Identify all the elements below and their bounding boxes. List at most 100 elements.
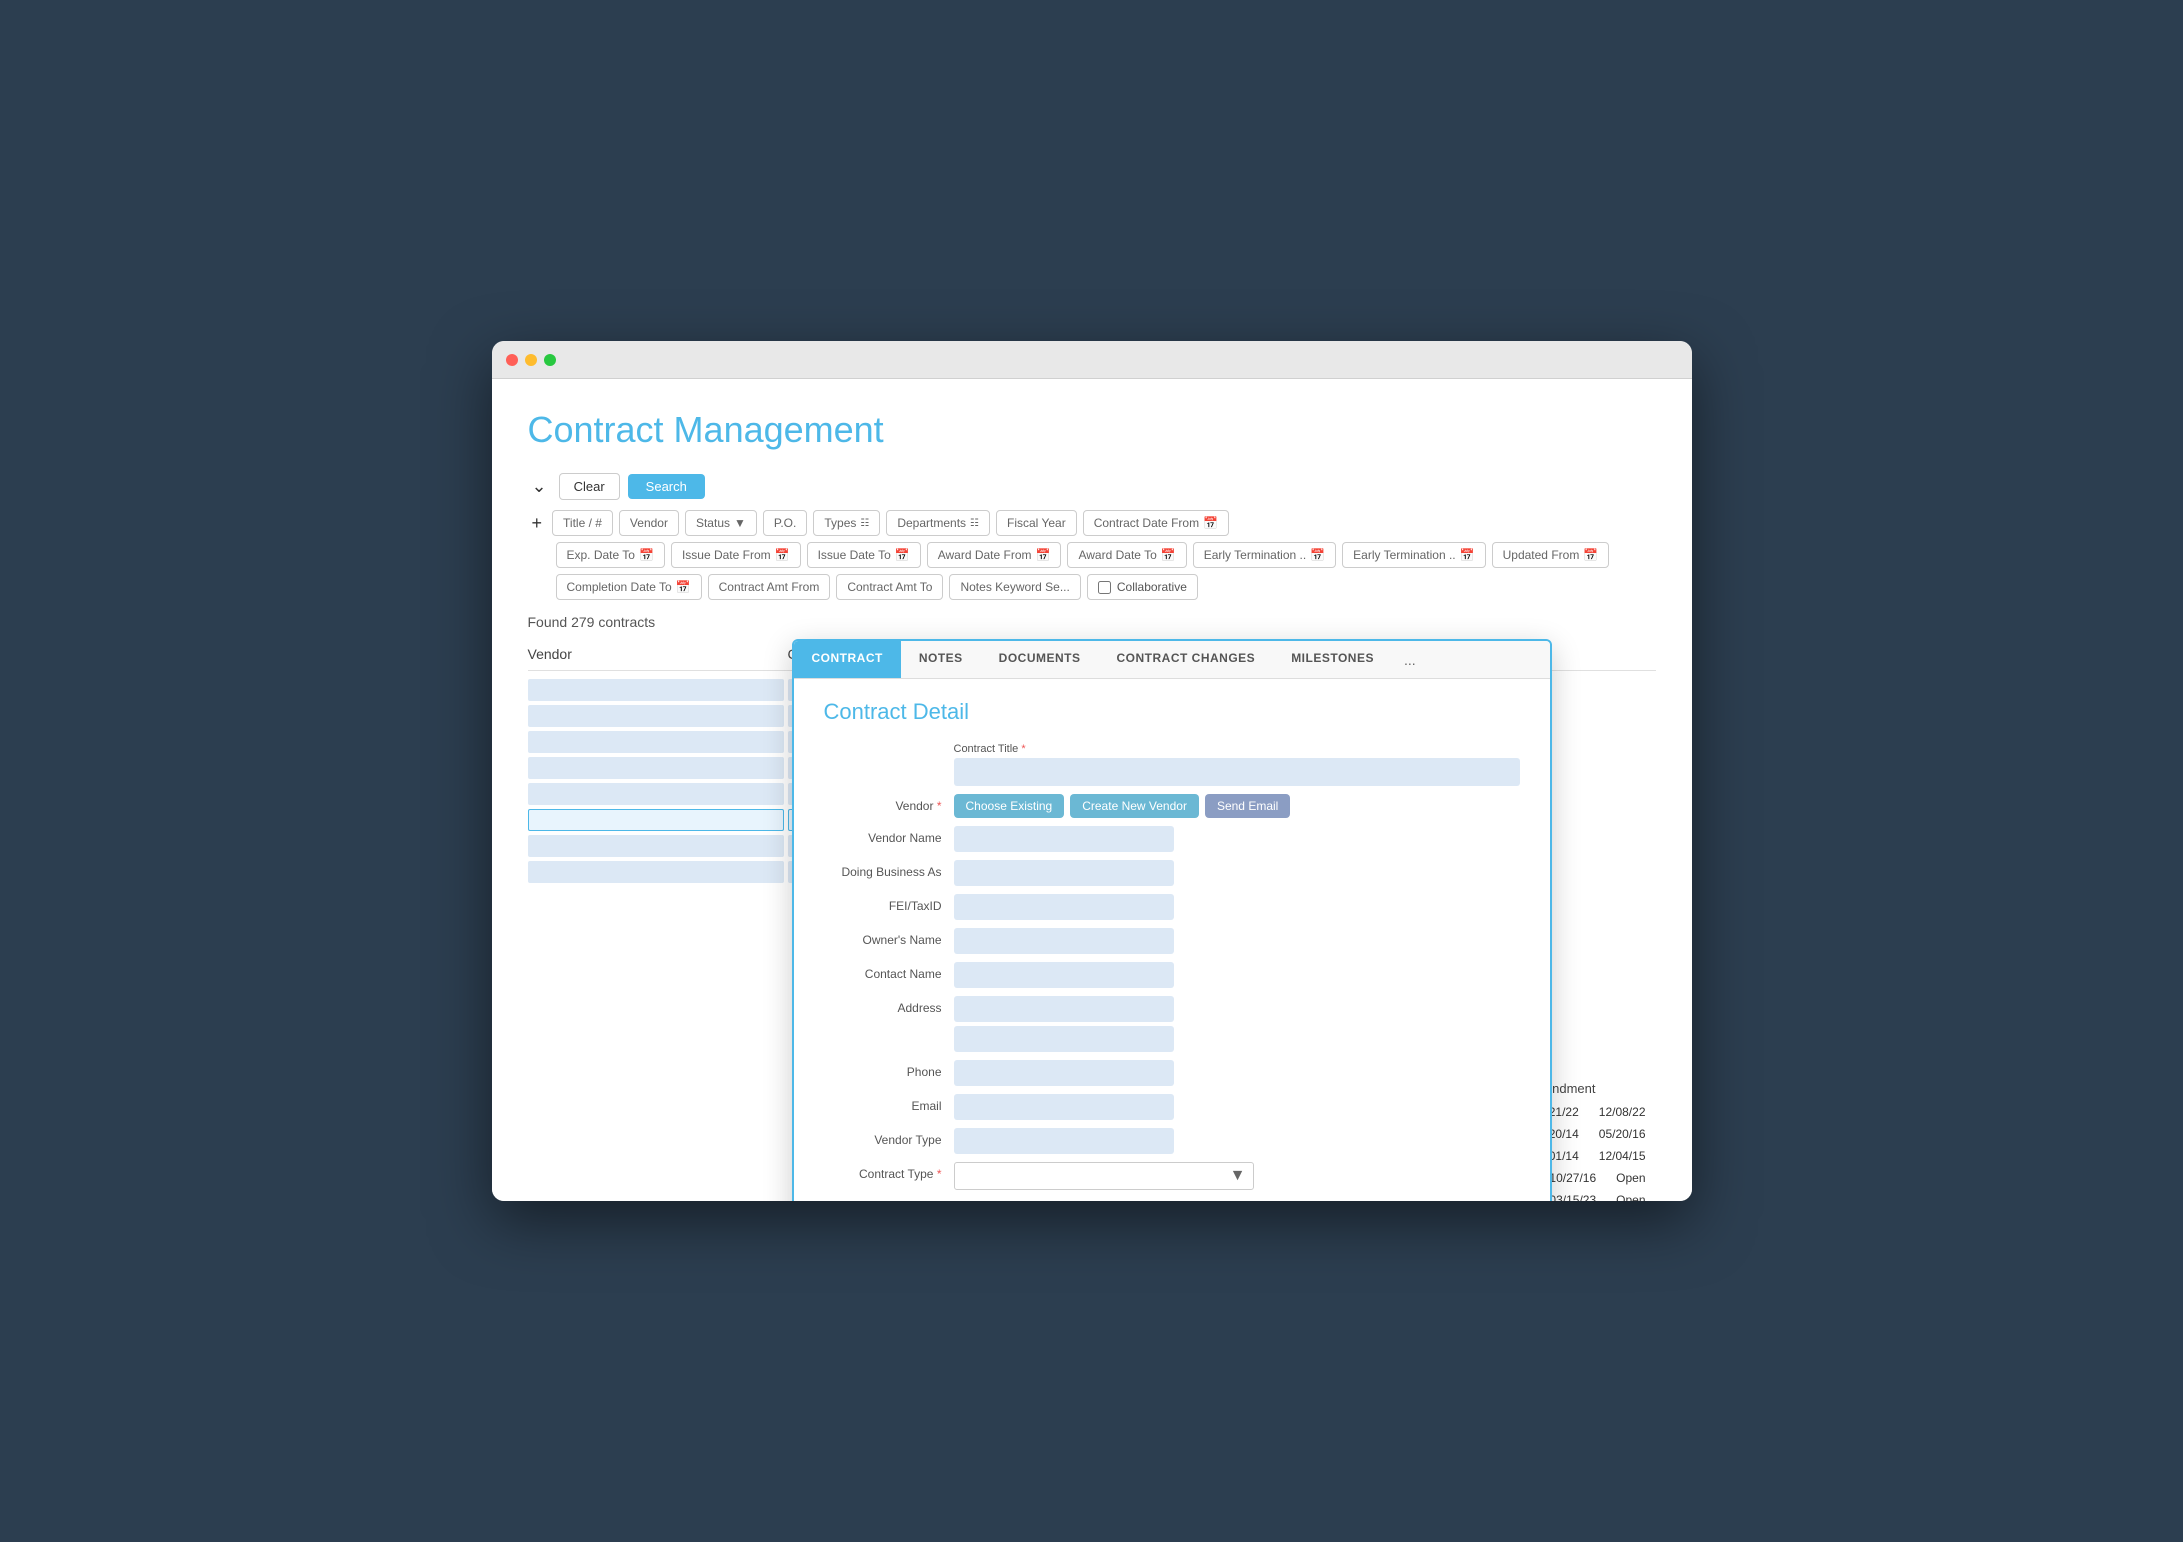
close-button[interactable]	[506, 354, 518, 366]
owners-name-row: Owner's Name	[824, 928, 1520, 954]
date2-3: 12/04/15	[1599, 1149, 1646, 1163]
vendor-filter-label: Vendor	[630, 516, 668, 530]
contract-title-label: Contract Title	[954, 743, 1019, 755]
status-4: Open	[1616, 1171, 1645, 1185]
updated-from-filter[interactable]: Updated From 📅	[1492, 542, 1610, 568]
contract-detail-modal: CONTRACT NOTES DOCUMENTS CONTRACT CHANGE…	[792, 639, 1552, 1201]
exp-date-to-filter[interactable]: Exp. Date To 📅	[556, 542, 665, 568]
status-5: Open	[1616, 1193, 1645, 1201]
calendar-icon10: 📅	[676, 580, 691, 594]
vendor-type-label: Vendor Type	[824, 1128, 954, 1147]
required-star2: *	[937, 799, 942, 813]
tab-more-button[interactable]: ...	[1392, 641, 1428, 678]
phone-field	[954, 1060, 1174, 1086]
contract-type-label: Contract Type *	[824, 1162, 954, 1181]
clear-button[interactable]: Clear	[559, 473, 620, 500]
traffic-lights	[506, 354, 556, 366]
types-filter[interactable]: Types ☷	[813, 510, 880, 536]
status-filter[interactable]: Status ▼	[685, 510, 757, 536]
departments-filter-label: Departments	[897, 516, 966, 530]
minimize-button[interactable]	[525, 354, 537, 366]
vendor-cell	[528, 731, 784, 753]
title-filter[interactable]: Title / #	[552, 510, 613, 536]
email-field[interactable]	[954, 1094, 1174, 1120]
tab-documents[interactable]: DOCUMENTS	[981, 641, 1099, 678]
award-date-from-filter[interactable]: Award Date From 📅	[927, 542, 1062, 568]
create-new-vendor-button[interactable]: Create New Vendor	[1070, 794, 1199, 818]
po-filter[interactable]: P.O.	[763, 510, 807, 536]
chevron-down-icon: ▼	[734, 516, 746, 530]
contract-amt-from-filter[interactable]: Contract Amt From	[708, 574, 831, 600]
issue-date-to-label: Issue Date To	[818, 548, 891, 562]
vendor-cell	[528, 679, 784, 701]
contract-amt-to-label: Contract Amt To	[847, 580, 932, 594]
calendar-icon4: 📅	[895, 548, 910, 562]
early-term-from-filter[interactable]: Early Termination .. 📅	[1193, 542, 1336, 568]
address-label: Address	[824, 996, 954, 1015]
tab-milestones[interactable]: MILESTONES	[1273, 641, 1392, 678]
types-filter-label: Types	[824, 516, 856, 530]
add-filter-button[interactable]: +	[528, 511, 547, 536]
early-term-to-filter[interactable]: Early Termination .. 📅	[1342, 542, 1485, 568]
collaborative-checkbox[interactable]	[1098, 581, 1111, 594]
grid-icon2: ☷	[970, 518, 979, 529]
vendor-cell	[528, 757, 784, 779]
search-button[interactable]: Search	[628, 474, 705, 499]
date2-5: 03/15/23	[1549, 1193, 1596, 1201]
notes-keyword-filter[interactable]: Notes Keyword Se...	[949, 574, 1080, 600]
collapse-button[interactable]: ⌄	[528, 474, 551, 499]
doing-business-as-row: Doing Business As	[824, 860, 1520, 886]
issue-date-from-filter[interactable]: Issue Date From 📅	[671, 542, 801, 568]
award-date-to-label: Award Date To	[1078, 548, 1156, 562]
contract-title-field[interactable]	[954, 758, 1520, 786]
phone-label: Phone	[824, 1060, 954, 1079]
calendar-icon3: 📅	[775, 548, 790, 562]
issue-date-to-filter[interactable]: Issue Date To 📅	[807, 542, 921, 568]
vendor-form-label: Vendor *	[824, 794, 954, 813]
page-title: Contract Management	[528, 409, 1656, 451]
fei-taxid-row: FEI/TaxID	[824, 894, 1520, 920]
contract-amt-to-filter[interactable]: Contract Amt To	[836, 574, 943, 600]
calendar-icon7: 📅	[1310, 548, 1325, 562]
po-filter-label: P.O.	[774, 516, 796, 530]
tab-contract[interactable]: CONTRACT	[794, 641, 901, 678]
contract-title-row: Contract Title *	[824, 743, 1520, 786]
calendar-icon8: 📅	[1460, 548, 1475, 562]
contract-type-select[interactable]	[954, 1162, 1254, 1190]
address-field-2	[954, 1026, 1174, 1052]
tab-notes[interactable]: NOTES	[901, 641, 981, 678]
address-row: Address	[824, 996, 1520, 1052]
contact-name-row: Contact Name	[824, 962, 1520, 988]
date2-1: 12/08/22	[1599, 1105, 1646, 1119]
fiscal-year-filter[interactable]: Fiscal Year	[996, 510, 1077, 536]
date2-2: 05/20/16	[1599, 1127, 1646, 1141]
choose-existing-button[interactable]: Choose Existing	[954, 794, 1065, 818]
required-star: *	[1021, 743, 1025, 755]
vendor-cell	[528, 835, 784, 857]
modal-body: Contract Detail Contract Title *	[794, 679, 1550, 1201]
vendor-filter[interactable]: Vendor	[619, 510, 679, 536]
date2-4: 10/27/16	[1549, 1171, 1596, 1185]
title-filter-label: Title / #	[563, 516, 602, 530]
send-email-button[interactable]: Send Email	[1205, 794, 1290, 818]
early-term-from-label: Early Termination ..	[1204, 548, 1307, 562]
doing-business-as-label: Doing Business As	[824, 860, 954, 879]
vendor-cell-selected	[528, 809, 784, 831]
contact-name-field	[954, 962, 1174, 988]
departments-filter[interactable]: Departments ☷	[886, 510, 990, 536]
vendor-name-label: Vendor Name	[824, 826, 954, 845]
contract-date-from-filter[interactable]: Contract Date From 📅	[1083, 510, 1229, 536]
contract-amt-from-label: Contract Amt From	[719, 580, 820, 594]
titlebar	[492, 341, 1692, 379]
calendar-icon6: 📅	[1161, 548, 1176, 562]
modal-title: Contract Detail	[824, 699, 1520, 725]
vendor-row: Vendor * Choose Existing Create New Vend…	[824, 794, 1520, 818]
tab-contract-changes[interactable]: CONTRACT CHANGES	[1099, 641, 1274, 678]
award-date-to-filter[interactable]: Award Date To 📅	[1067, 542, 1186, 568]
maximize-button[interactable]	[544, 354, 556, 366]
calendar-icon2: 📅	[639, 548, 654, 562]
vendor-column-header: Vendor	[528, 646, 788, 662]
early-term-to-label: Early Termination ..	[1353, 548, 1456, 562]
completion-date-to-filter[interactable]: Completion Date To 📅	[556, 574, 702, 600]
fei-taxid-field	[954, 894, 1174, 920]
